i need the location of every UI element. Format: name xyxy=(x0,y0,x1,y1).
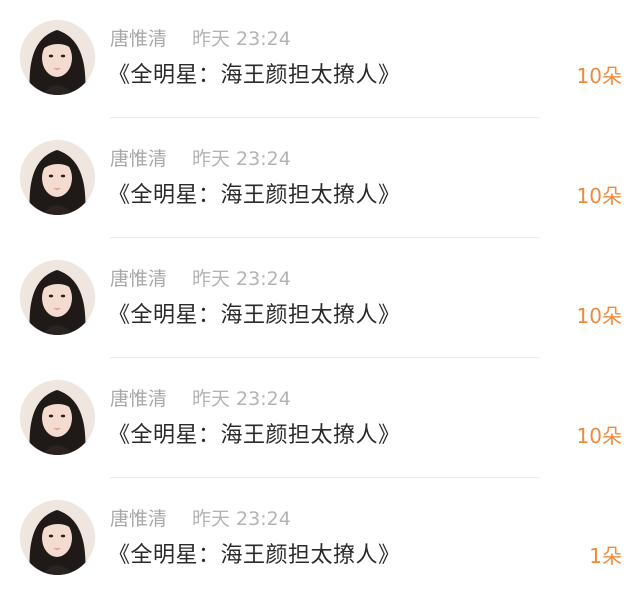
gift-count: 10朵 xyxy=(576,64,622,88)
message-text[interactable]: 《全明星：海王颜担太撩人》 xyxy=(108,540,401,572)
user-name[interactable]: 唐惟清 xyxy=(110,266,167,292)
list-item[interactable]: 唐惟清 昨天 23:24 《全明星：海王颜担太撩人》 10朵 xyxy=(0,240,640,360)
avatar-portrait-icon xyxy=(20,380,95,455)
message-text[interactable]: 《全明星：海王颜担太撩人》 xyxy=(108,60,401,92)
divider xyxy=(110,477,540,478)
gift-count: 1朵 xyxy=(589,544,622,568)
avatar-portrait-icon xyxy=(20,20,95,95)
message-time: 昨天 23:24 xyxy=(192,268,291,290)
message-time: 昨天 23:24 xyxy=(192,28,291,50)
message-text[interactable]: 《全明星：海王颜担太撩人》 xyxy=(108,180,401,212)
gift-count: 10朵 xyxy=(576,304,622,328)
gift-count: 10朵 xyxy=(576,184,622,208)
gift-count: 10朵 xyxy=(576,424,622,448)
divider xyxy=(110,357,540,358)
avatar-portrait-icon xyxy=(20,260,95,335)
avatar[interactable] xyxy=(20,260,95,335)
list-item[interactable]: 唐惟清 昨天 23:24 《全明星：海王颜担太撩人》 10朵 xyxy=(0,120,640,240)
avatar-portrait-icon xyxy=(20,500,95,575)
message-list: 唐惟清 昨天 23:24 《全明星：海王颜担太撩人》 10朵 唐惟清 昨天 23… xyxy=(0,0,640,601)
message-time: 昨天 23:24 xyxy=(192,388,291,410)
avatar[interactable] xyxy=(20,20,95,95)
user-name[interactable]: 唐惟清 xyxy=(110,26,167,52)
message-time: 昨天 23:24 xyxy=(192,508,291,530)
message-text[interactable]: 《全明星：海王颜担太撩人》 xyxy=(108,420,401,452)
user-name[interactable]: 唐惟清 xyxy=(110,506,167,532)
avatar[interactable] xyxy=(20,380,95,455)
list-item[interactable]: 唐惟清 昨天 23:24 《全明星：海王颜担太撩人》 10朵 xyxy=(0,360,640,480)
user-name[interactable]: 唐惟清 xyxy=(110,386,167,412)
list-item[interactable]: 唐惟清 昨天 23:24 《全明星：海王颜担太撩人》 10朵 xyxy=(0,0,640,120)
message-text[interactable]: 《全明星：海王颜担太撩人》 xyxy=(108,300,401,332)
divider xyxy=(110,117,540,118)
divider xyxy=(110,237,540,238)
message-time: 昨天 23:24 xyxy=(192,148,291,170)
list-item[interactable]: 唐惟清 昨天 23:24 《全明星：海王颜担太撩人》 1朵 xyxy=(0,480,640,600)
user-name[interactable]: 唐惟清 xyxy=(110,146,167,172)
avatar[interactable] xyxy=(20,140,95,215)
avatar-portrait-icon xyxy=(20,140,95,215)
avatar[interactable] xyxy=(20,500,95,575)
